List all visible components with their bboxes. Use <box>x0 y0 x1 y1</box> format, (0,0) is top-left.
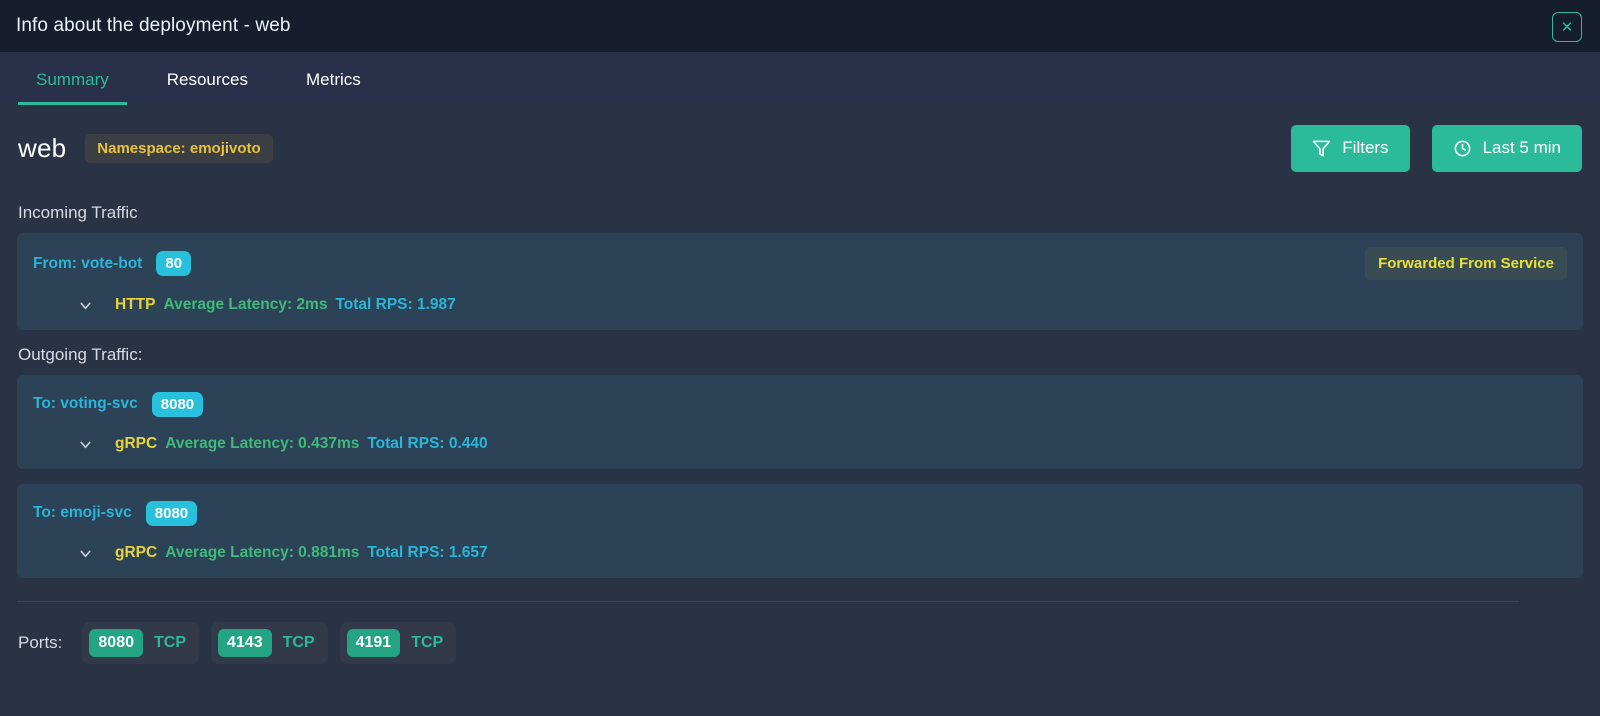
clock-icon <box>1453 139 1472 158</box>
tab-metrics[interactable]: Metrics <box>288 70 379 105</box>
incoming-total-rps: Total RPS: 1.987 <box>335 296 456 313</box>
incoming-traffic-row: From: vote-bot 80 Forwarded From Service… <box>17 233 1583 330</box>
incoming-row-header: From: vote-bot 80 Forwarded From Service <box>33 247 1567 280</box>
ports-row: Ports: 8080 TCP 4143 TCP 4191 TCP <box>17 602 1583 664</box>
port-protocol: TCP <box>282 634 315 651</box>
chevron-down-icon[interactable] <box>77 436 94 453</box>
timerange-button[interactable]: Last 5 min <box>1431 124 1582 172</box>
outgoing-traffic-row: To: voting-svc 8080 gRPC Average Latency… <box>17 375 1583 469</box>
incoming-row-detail: HTTP Average Latency: 2ms Total RPS: 1.9… <box>33 296 1567 314</box>
port-number: 4143 <box>218 629 272 657</box>
outgoing-protocol: gRPC <box>115 435 158 452</box>
filters-button-label: Filters <box>1342 138 1389 157</box>
port-number: 4191 <box>346 629 401 657</box>
outgoing-average-latency: Average Latency: 0.881ms <box>165 544 360 561</box>
port-item[interactable]: 4191 TCP <box>340 622 457 664</box>
outgoing-row-detail: gRPC Average Latency: 0.881ms Total RPS:… <box>33 544 1567 562</box>
incoming-traffic-title: Incoming Traffic <box>18 203 138 222</box>
outgoing-port-badge: 8080 <box>151 391 204 417</box>
tab-resources[interactable]: Resources <box>149 70 266 105</box>
outgoing-traffic-row: To: emoji-svc 8080 gRPC Average Latency:… <box>17 484 1583 578</box>
ports-label: Ports: <box>18 633 63 652</box>
chevron-down-icon[interactable] <box>77 297 94 314</box>
outgoing-peer-name[interactable]: To: emoji-svc <box>33 504 132 522</box>
port-protocol: TCP <box>411 634 444 651</box>
ports-section: Ports: 8080 TCP 4143 TCP 4191 TCP <box>0 602 1600 664</box>
port-item[interactable]: 8080 TCP <box>82 622 199 664</box>
timerange-button-label: Last 5 min <box>1482 138 1561 157</box>
outgoing-total-rps: Total RPS: 1.657 <box>367 544 488 561</box>
outgoing-peer-name[interactable]: To: voting-svc <box>33 395 138 413</box>
main-content: web Namespace: emojivoto Filters Last 5 … <box>0 105 1600 578</box>
port-item[interactable]: 4143 TCP <box>211 622 328 664</box>
header-actions: Filters Last 5 min <box>1291 124 1582 172</box>
outgoing-traffic-title: Outgoing Traffic: <box>18 345 143 364</box>
chevron-down-icon[interactable] <box>77 545 94 562</box>
window-title: Info about the deployment - web <box>16 15 291 36</box>
deployment-header: web Namespace: emojivoto Filters Last 5 … <box>17 105 1583 191</box>
filter-icon <box>1312 139 1331 158</box>
incoming-average-latency: Average Latency: 2ms <box>163 296 328 313</box>
filters-button[interactable]: Filters <box>1291 124 1410 172</box>
port-protocol: TCP <box>154 634 186 651</box>
incoming-port-badge: 80 <box>156 251 192 276</box>
outgoing-row-header: To: voting-svc 8080 <box>33 389 1567 419</box>
close-icon[interactable]: ✕ <box>1552 12 1582 42</box>
outgoing-row-header: To: emoji-svc 8080 <box>33 498 1567 528</box>
incoming-protocol: HTTP <box>115 296 156 313</box>
forwarded-from-service-badge: Forwarded From Service <box>1365 247 1567 280</box>
outgoing-port-badge: 8080 <box>145 500 198 526</box>
port-number: 8080 <box>89 629 143 657</box>
outgoing-row-detail: gRPC Average Latency: 0.437ms Total RPS:… <box>33 435 1567 453</box>
page-title: web <box>18 132 67 163</box>
tab-bar: Summary Resources Metrics <box>0 52 1600 105</box>
namespace-badge: Namespace: emojivoto <box>85 133 273 163</box>
tab-summary[interactable]: Summary <box>18 70 127 105</box>
outgoing-total-rps: Total RPS: 0.440 <box>367 435 488 452</box>
outgoing-protocol: gRPC <box>115 544 158 561</box>
incoming-peer-name[interactable]: From: vote-bot <box>33 255 142 273</box>
outgoing-average-latency: Average Latency: 0.437ms <box>165 435 360 452</box>
window-titlebar: Info about the deployment - web ✕ <box>0 0 1600 52</box>
